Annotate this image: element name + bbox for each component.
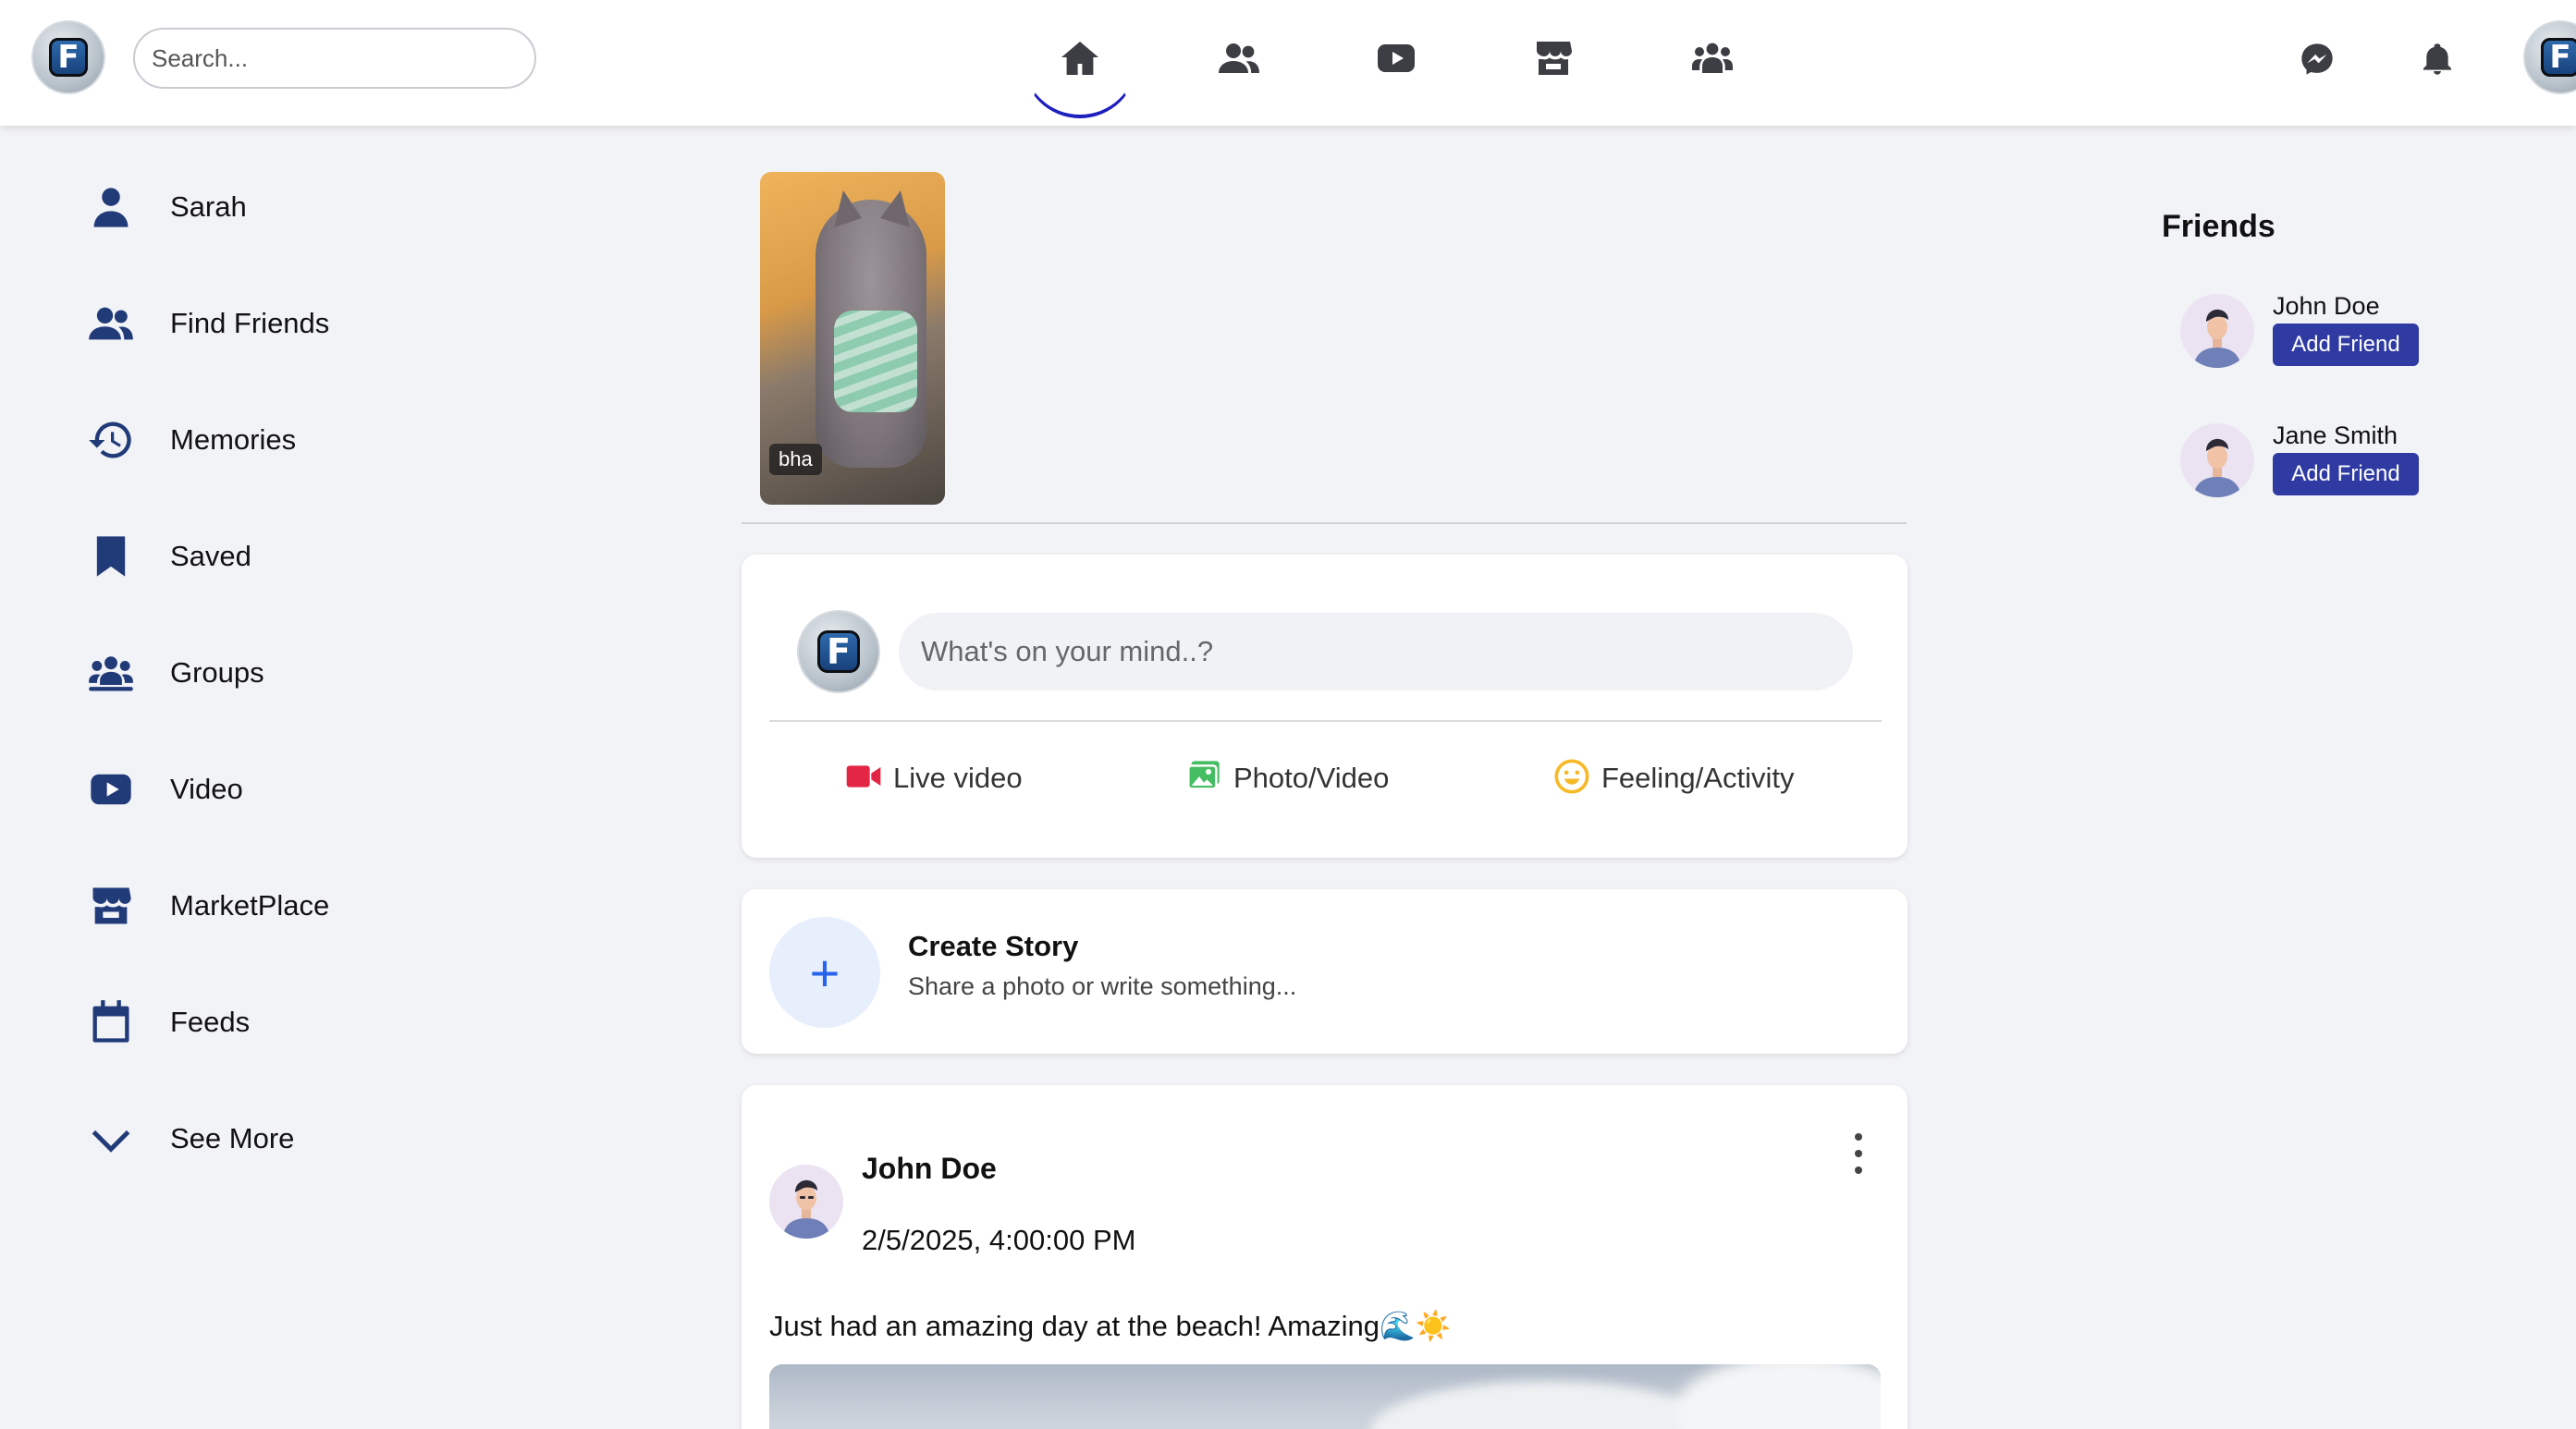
post-author-avatar[interactable] [769,1165,843,1239]
profile-avatar-letter: F [2541,38,2576,77]
sidebar-item-label: Video [170,773,243,805]
story-image-ears [834,190,910,227]
sidebar-item-saved[interactable]: Saved [81,519,599,593]
sidebar-item-label: See More [170,1122,295,1154]
post-author-name[interactable]: John Doe [862,1152,997,1186]
add-friend-button[interactable]: Add Friend [2273,453,2419,495]
photo-video-button[interactable]: Photo/Video [1185,752,1389,804]
search-input[interactable] [133,28,536,89]
photo-icon [1185,758,1222,800]
sidebar-item-label: Saved [170,540,251,572]
sidebar-item-label: Feeds [170,1006,251,1038]
post-card: John Doe 2/5/2025, 4:00:00 PM Just had a… [742,1085,1907,1429]
sidebar-item-label: Memories [170,423,297,456]
sidebar-item-label: Groups [170,656,264,689]
sidebar-item-profile[interactable]: Sarah [81,170,599,244]
stories-divider [742,522,1907,524]
friend-avatar[interactable] [2180,294,2254,368]
person-avatar-icon [2180,423,2254,497]
create-story-title: Create Story [908,930,1079,962]
bell-icon [2423,43,2451,75]
sidebar-item-find-friends[interactable]: Find Friends [81,287,599,360]
action-label: Feeling/Activity [1601,762,1795,794]
friends-icon [1219,43,1259,73]
post-image[interactable] [769,1364,1881,1429]
create-story-card[interactable]: + Create Story Share a photo or write so… [742,889,1907,1054]
sidebar-item-marketplace[interactable]: MarketPlace [81,869,599,943]
composer-avatar-letter: F [816,629,861,674]
nav-friends-button[interactable] [1184,20,1294,96]
status-input[interactable] [899,613,1853,690]
friends-title: Friends [2162,209,2275,244]
feeling-activity-button[interactable]: Feeling/Activity [1553,752,1794,804]
nav-groups-button[interactable] [1657,20,1768,96]
composer-divider [769,720,1882,722]
more-options-icon[interactable] [1847,1133,1870,1174]
create-story-subtitle: Share a photo or write something... [908,972,1297,1000]
user-icon [93,188,129,227]
sidebar-item-video[interactable]: Video [81,752,599,826]
live-video-button[interactable]: Live video [845,752,1023,804]
sidebar-item-label: Find Friends [170,307,330,339]
logo-letter: F [49,38,88,77]
video-icon [91,774,131,805]
friend-name: Jane Smith [2273,421,2398,449]
groups-icon [89,656,133,691]
add-friend-button[interactable]: Add Friend [2273,324,2419,366]
live-video-icon [845,758,882,800]
nav-video-button[interactable] [1341,20,1452,96]
post-text: Just had an amazing day at the beach! Am… [769,1310,1452,1342]
friend-name: John Doe [2273,292,2380,320]
story-label: bha [769,444,822,475]
nav-home-button[interactable] [1024,20,1135,96]
video-icon [1378,44,1415,72]
person-avatar-icon [2180,294,2254,368]
home-icon [1061,42,1098,75]
notifications-button[interactable] [2411,33,2463,85]
sidebar-item-see-more[interactable]: See More [81,1102,599,1176]
sidebar-item-label: Sarah [170,190,247,223]
story-image-shirt [834,311,917,412]
bookmark-icon [96,536,126,577]
friends-icon [89,307,133,340]
person-avatar-icon [769,1165,843,1239]
top-navigation-bar: F F [0,0,2576,126]
action-label: Photo/Video [1233,762,1390,794]
composer-avatar: F [797,610,880,693]
post-timestamp: 2/5/2025, 4:00:00 PM [862,1224,1136,1256]
sidebar-item-groups[interactable]: Groups [81,636,599,710]
sidebar-item-label: MarketPlace [170,889,330,922]
story-card[interactable]: bha [760,172,945,505]
plus-icon[interactable]: + [769,917,880,1028]
friend-avatar[interactable] [2180,423,2254,497]
nav-marketplace-button[interactable] [1498,20,1609,96]
groups-icon [1692,43,1733,73]
marketplace-icon [1537,42,1572,75]
logo-icon[interactable]: F [31,20,105,94]
messenger-button[interactable] [2291,33,2343,85]
post-composer: F Live video Photo/Video Feeling/Activit… [742,555,1907,858]
messenger-icon [2301,43,2333,75]
sidebar-item-memories[interactable]: Memories [81,403,599,477]
store-icon [92,887,131,924]
action-label: Live video [893,762,1023,794]
calendar-icon [92,1000,129,1043]
smile-icon [1553,758,1590,800]
profile-avatar[interactable]: F [2523,20,2576,94]
sidebar-item-feeds[interactable]: Feeds [81,985,599,1059]
history-icon [89,421,131,458]
chevron-down-icon [92,1130,130,1153]
